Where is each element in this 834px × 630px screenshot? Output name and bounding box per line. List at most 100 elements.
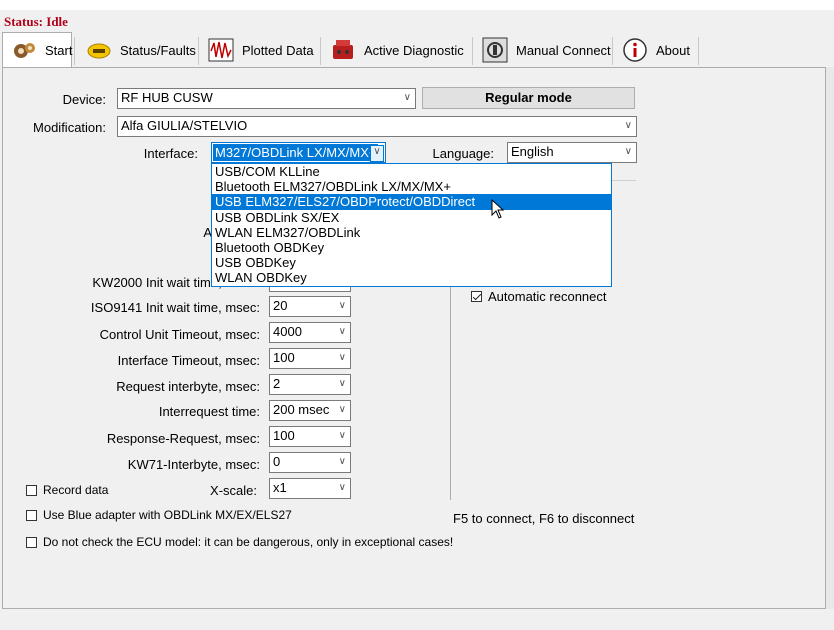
chevron-down-icon: ∨ xyxy=(338,482,346,493)
iso9141-init-label: ISO9141 Init wait time, msec: xyxy=(90,300,260,315)
interrequest-time-select[interactable]: 200 msec ∨ xyxy=(269,400,351,421)
kw71-interbyte-label: KW71-Interbyte, msec: xyxy=(127,457,260,472)
interface-value: M327/OBDLink LX/MX/MX+ xyxy=(213,144,379,161)
param-value: 100 xyxy=(273,350,295,365)
param-value: 0 xyxy=(273,454,281,469)
tab-start[interactable]: Start xyxy=(2,32,72,68)
scrollbar[interactable] xyxy=(826,67,834,609)
checkbox-box[interactable] xyxy=(26,509,37,521)
interface-label: Interface: xyxy=(143,146,198,161)
checkbox-label: Record data xyxy=(43,483,109,497)
no-ecu-check-checkbox[interactable]: Do not check the ECU model: it can be da… xyxy=(26,535,453,549)
device-select[interactable]: RF HUB CUSW ∨ xyxy=(117,88,416,109)
request-interbyte-label: Request interbyte, msec: xyxy=(116,379,260,394)
tab-label: Manual Connect xyxy=(516,42,611,58)
tab-label: Status/Faults xyxy=(120,42,196,58)
language-label: Language: xyxy=(432,146,494,161)
tab-active-diagnostic[interactable]: Active Diagnostic xyxy=(322,33,472,67)
waveform-icon xyxy=(208,37,234,63)
dropdown-option[interactable]: WLAN OBDKey xyxy=(212,270,611,285)
tab-status-faults[interactable]: Status/Faults xyxy=(78,33,196,67)
auto-reconnect-checkbox[interactable]: Automatic reconnect xyxy=(471,289,607,304)
check-engine-icon xyxy=(86,37,112,63)
checkbox-box[interactable] xyxy=(26,536,37,548)
regular-mode-button[interactable]: Regular mode xyxy=(422,87,635,109)
tab-separator xyxy=(74,37,75,65)
chevron-down-icon: ∨ xyxy=(338,430,346,441)
chevron-down-icon: ∨ xyxy=(370,145,384,162)
kw71-interbyte-select[interactable]: 0 ∨ xyxy=(269,452,351,473)
response-request-select[interactable]: 100 ∨ xyxy=(269,426,351,447)
modification-value: Alfa GIULIA/STELVIO xyxy=(121,118,248,133)
chevron-down-icon: ∨ xyxy=(338,352,346,363)
control-unit-timeout-select[interactable]: 4000 ∨ xyxy=(269,322,351,343)
checkbox-label: Automatic reconnect xyxy=(488,289,607,304)
tab-label: About xyxy=(656,42,690,58)
checkbox-label: Use Blue adapter with OBDLink MX/EX/ELS2… xyxy=(43,508,292,522)
tab-plotted-data[interactable]: Plotted Data xyxy=(200,33,318,67)
language-value: English xyxy=(511,144,554,159)
chevron-down-icon: ∨ xyxy=(338,326,346,337)
connect-hint: F5 to connect, F6 to disconnect xyxy=(453,511,635,526)
param-value: 4000 xyxy=(273,324,302,339)
checkbox-label: Do not check the ECU model: it can be da… xyxy=(43,535,454,549)
iso9141-init-select[interactable]: 20 ∨ xyxy=(269,296,351,317)
chevron-down-icon: ∨ xyxy=(338,404,346,415)
device-value: RF HUB CUSW xyxy=(121,90,213,105)
chevron-down-icon: ∨ xyxy=(624,146,632,157)
dropdown-option[interactable]: Bluetooth ELM327/OBDLink LX/MX/MX+ xyxy=(212,179,611,194)
checkbox-box[interactable] xyxy=(26,484,37,496)
blue-adapter-checkbox[interactable]: Use Blue adapter with OBDLink MX/EX/ELS2… xyxy=(26,508,292,522)
record-data-checkbox[interactable]: Record data xyxy=(26,483,108,497)
gear-icon xyxy=(11,38,37,64)
modification-label: Modification: xyxy=(33,120,106,135)
tab-separator xyxy=(472,37,473,65)
param-value: 20 xyxy=(273,298,288,313)
interface-timeout-select[interactable]: 100 ∨ xyxy=(269,348,351,369)
xscale-value: x1 xyxy=(273,480,287,495)
language-select[interactable]: English ∨ xyxy=(507,142,637,163)
chevron-down-icon: ∨ xyxy=(338,300,346,311)
request-interbyte-select[interactable]: 2 ∨ xyxy=(269,374,351,395)
dropdown-option[interactable]: Bluetooth OBDKey xyxy=(212,240,611,255)
modification-select[interactable]: Alfa GIULIA/STELVIO ∨ xyxy=(117,116,637,137)
dropdown-option[interactable]: WLAN ELM327/OBDLink xyxy=(212,225,611,240)
tab-separator xyxy=(698,37,699,65)
param-value: 100 xyxy=(273,428,295,443)
dropdown-option[interactable]: USB OBDLink SX/EX xyxy=(212,210,611,225)
manual-connect-icon xyxy=(482,37,508,63)
xscale-label: X-scale: xyxy=(210,483,257,498)
engine-icon xyxy=(330,37,356,63)
dropdown-option-selected[interactable]: USB ELM327/ELS27/OBDProtect/OBDDirect xyxy=(212,194,611,210)
xscale-select[interactable]: x1 ∨ xyxy=(269,478,351,499)
info-icon xyxy=(622,37,648,63)
tab-label: Start xyxy=(45,43,73,58)
response-request-label: Response-Request, msec: xyxy=(106,431,260,446)
tab-manual-connect[interactable]: Manual Connect xyxy=(474,33,612,67)
window-bottom xyxy=(0,609,834,630)
chevron-down-icon: ∨ xyxy=(338,378,346,389)
tab-separator xyxy=(612,37,613,65)
mouse-cursor-icon xyxy=(491,198,505,222)
control-unit-timeout-label: Control Unit Timeout, msec: xyxy=(99,327,260,342)
dropdown-option[interactable]: USB OBDKey xyxy=(212,255,611,270)
interface-dropdown-list: USB/COM KLLine Bluetooth ELM327/OBDLink … xyxy=(211,163,612,287)
title-strip xyxy=(0,0,834,10)
interface-select[interactable]: M327/OBDLink LX/MX/MX+ ∨ xyxy=(211,142,386,163)
tab-label: Plotted Data xyxy=(242,42,314,58)
interrequest-time-label: Interrequest time: xyxy=(158,404,260,419)
device-label: Device: xyxy=(62,92,106,107)
checkbox-box[interactable] xyxy=(471,291,482,302)
chevron-down-icon: ∨ xyxy=(624,120,632,131)
tab-about[interactable]: About xyxy=(614,33,698,67)
param-value: 2 xyxy=(273,376,281,391)
tab-label: Active Diagnostic xyxy=(364,42,464,58)
tab-separator xyxy=(320,37,321,65)
param-value: 200 msec xyxy=(273,402,330,417)
status-label: Status: Idle xyxy=(4,14,68,29)
dropdown-option[interactable]: USB/COM KLLine xyxy=(212,164,611,179)
chevron-down-icon: ∨ xyxy=(338,456,346,467)
chevron-down-icon: ∨ xyxy=(403,92,411,103)
interface-timeout-label: Interface Timeout, msec: xyxy=(117,353,260,368)
tab-separator xyxy=(198,37,199,65)
